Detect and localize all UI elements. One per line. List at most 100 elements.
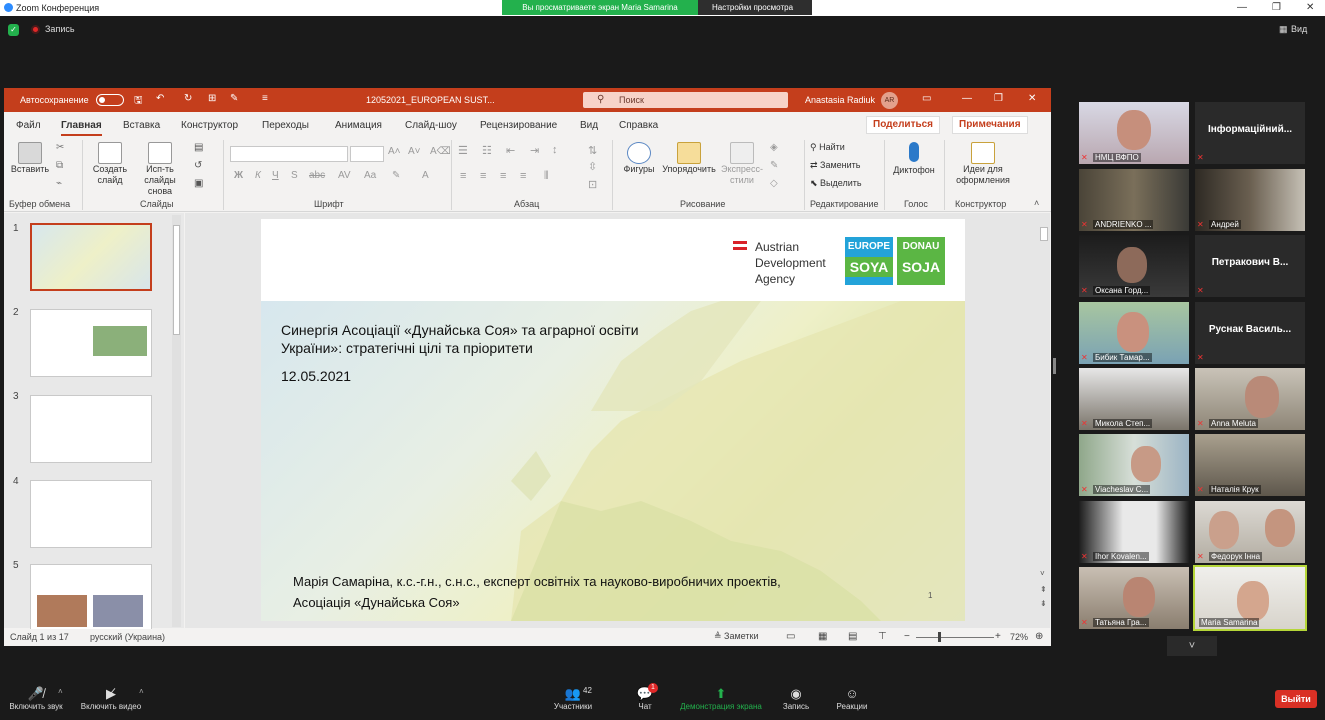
- align-left-icon[interactable]: ≡: [460, 170, 466, 182]
- participant-tile[interactable]: ✕ Anna Meluta: [1195, 368, 1305, 430]
- zoom-level[interactable]: 72%: [1010, 632, 1028, 642]
- panel-resize-handle[interactable]: [1053, 358, 1056, 374]
- fill-icon[interactable]: ◈: [770, 142, 778, 153]
- scrollbar-thumb[interactable]: [1040, 227, 1048, 241]
- tab-home[interactable]: Главная: [61, 120, 102, 136]
- dictate-button[interactable]: Диктофон: [892, 142, 936, 176]
- restore-icon[interactable]: ❐: [994, 93, 1003, 104]
- cut-icon[interactable]: ✂: [56, 142, 64, 153]
- slide-canvas[interactable]: Austrian Development Agency EUROPE SOYA …: [261, 219, 965, 621]
- shrink-font-icon[interactable]: A˅: [408, 146, 421, 157]
- clear-format-icon[interactable]: A⌫: [430, 146, 451, 157]
- italic-icon[interactable]: К: [255, 170, 261, 181]
- participant-tile-active[interactable]: Maria Samarina: [1193, 565, 1307, 631]
- numbering-icon[interactable]: ☷: [482, 144, 492, 157]
- design-ideas-button[interactable]: Идеи для оформления: [950, 142, 1016, 186]
- shield-icon[interactable]: ✓: [8, 24, 19, 36]
- replace-button[interactable]: ⇄ Заменить: [810, 160, 861, 171]
- participant-tile[interactable]: Петракович В... ✕: [1195, 235, 1305, 297]
- quick-styles-button[interactable]: Экспресс- стили: [718, 142, 766, 186]
- participant-tile[interactable]: ✕ ANDRIENKO ...: [1079, 169, 1189, 231]
- grid-view-icon[interactable]: ▦: [1279, 24, 1288, 35]
- autosave-toggle[interactable]: [96, 94, 124, 106]
- view-button[interactable]: Вид: [1291, 24, 1307, 34]
- tab-help[interactable]: Справка: [619, 120, 658, 131]
- present-icon[interactable]: ⊞: [208, 93, 216, 104]
- view-options-button[interactable]: Настройки просмотра: [698, 0, 812, 15]
- outline-icon[interactable]: ✎: [770, 160, 778, 171]
- section-icon[interactable]: ▣: [194, 178, 203, 189]
- zoom-slider-thumb[interactable]: [938, 632, 941, 642]
- participant-tile[interactable]: ✕ Оксана Горд...: [1079, 235, 1189, 297]
- tab-design[interactable]: Конструктор: [181, 120, 238, 131]
- grow-font-icon[interactable]: A˄: [388, 146, 401, 157]
- slideshow-view-icon[interactable]: ⊤: [878, 631, 887, 642]
- indent-icon[interactable]: ⇤: [506, 144, 515, 157]
- paste-button[interactable]: Вставить: [10, 142, 50, 175]
- restore-icon[interactable]: ❐: [1272, 2, 1281, 13]
- start-video-button[interactable]: ▶̸ Включить видео: [78, 686, 144, 711]
- reading-view-icon[interactable]: ▤: [848, 631, 857, 642]
- participant-tile[interactable]: ✕ Ihor Kovalen...: [1079, 501, 1189, 563]
- minimize-icon[interactable]: —: [962, 93, 972, 104]
- new-slide-button[interactable]: Создать слайд: [88, 142, 132, 186]
- tab-file[interactable]: Файл: [16, 120, 41, 131]
- save-icon[interactable]: 🖫: [134, 93, 143, 110]
- gallery-next-icon[interactable]: ˅: [1167, 636, 1217, 656]
- avatar[interactable]: AR: [881, 92, 898, 109]
- record-button[interactable]: ◉ Запись: [780, 686, 812, 711]
- bullets-icon[interactable]: ☰: [458, 144, 468, 157]
- justify-icon[interactable]: ≡: [520, 170, 526, 182]
- slide-thumb-3[interactable]: [30, 395, 152, 463]
- layout-icon[interactable]: ▤: [194, 142, 203, 153]
- participant-tile[interactable]: Інформаційний... ✕: [1195, 102, 1305, 164]
- find-button[interactable]: ⚲ Найти: [810, 142, 845, 153]
- zoom-out-icon[interactable]: −: [904, 631, 910, 642]
- tab-transitions[interactable]: Переходы: [262, 120, 309, 131]
- prev-slide-icon[interactable]: ⇞: [1040, 585, 1047, 594]
- unmute-button[interactable]: 🎤̸ Включить звук: [6, 686, 66, 711]
- sorter-view-icon[interactable]: ▦: [818, 631, 827, 642]
- scrollbar-thumb[interactable]: [173, 225, 180, 335]
- language-status[interactable]: русский (Украина): [90, 632, 165, 642]
- redo-icon[interactable]: ↻: [184, 93, 192, 104]
- zoom-in-icon[interactable]: +: [995, 631, 1001, 642]
- copy-icon[interactable]: ⧉: [56, 160, 63, 171]
- tab-review[interactable]: Рецензирование: [480, 120, 557, 131]
- tab-view[interactable]: Вид: [580, 120, 598, 131]
- fit-slide-icon[interactable]: ⊕: [1035, 631, 1043, 642]
- case-icon[interactable]: Aa: [364, 170, 376, 181]
- audio-options-chevron-icon[interactable]: ˄: [58, 687, 63, 696]
- reuse-slides-button[interactable]: Исп-ть слайды снова: [132, 142, 188, 197]
- tab-insert[interactable]: Вставка: [123, 120, 160, 131]
- outdent-icon[interactable]: ⇥: [530, 144, 539, 157]
- strike-icon[interactable]: abc: [309, 170, 325, 181]
- align-right-icon[interactable]: ≡: [500, 170, 506, 182]
- columns-icon[interactable]: ⫴: [544, 170, 549, 183]
- select-button[interactable]: ⬉ Выделить: [810, 178, 862, 189]
- zoom-slider[interactable]: [916, 637, 994, 638]
- smartart-icon[interactable]: ⊡: [588, 178, 597, 191]
- participant-tile[interactable]: ✕ Татьяна Гра...: [1079, 567, 1189, 629]
- font-color-icon[interactable]: A: [422, 170, 429, 181]
- reactions-button[interactable]: ☺ Реакции: [833, 686, 871, 711]
- effects-icon[interactable]: ◇: [770, 178, 778, 189]
- share-screen-button[interactable]: ⬆ Демонстрация экрана: [676, 686, 766, 711]
- participant-tile[interactable]: ✕ НМЦ ВФПО: [1079, 102, 1189, 164]
- share-button[interactable]: Поделиться: [866, 116, 941, 134]
- participant-tile[interactable]: ✕ Андрей: [1195, 169, 1305, 231]
- align-text-icon[interactable]: ⇳: [588, 160, 597, 173]
- search-box[interactable]: ⚲ Поиск: [583, 92, 788, 108]
- participant-tile[interactable]: ✕ Viacheslav C...: [1079, 434, 1189, 496]
- line-spacing-icon[interactable]: ↕: [552, 144, 558, 156]
- tab-animations[interactable]: Анимация: [335, 120, 382, 131]
- customize-icon[interactable]: ≡: [262, 93, 268, 104]
- font-size-select[interactable]: [350, 146, 384, 162]
- participant-tile[interactable]: Руснак Василь... ✕: [1195, 302, 1305, 364]
- text-direction-icon[interactable]: ⇅: [588, 144, 597, 157]
- close-icon[interactable]: ✕: [1028, 93, 1036, 104]
- shadow-icon[interactable]: S: [291, 170, 298, 181]
- slide-thumb-1[interactable]: [30, 223, 152, 291]
- slide-thumb-2[interactable]: [30, 309, 152, 377]
- format-painter-icon[interactable]: ⌁: [56, 178, 62, 189]
